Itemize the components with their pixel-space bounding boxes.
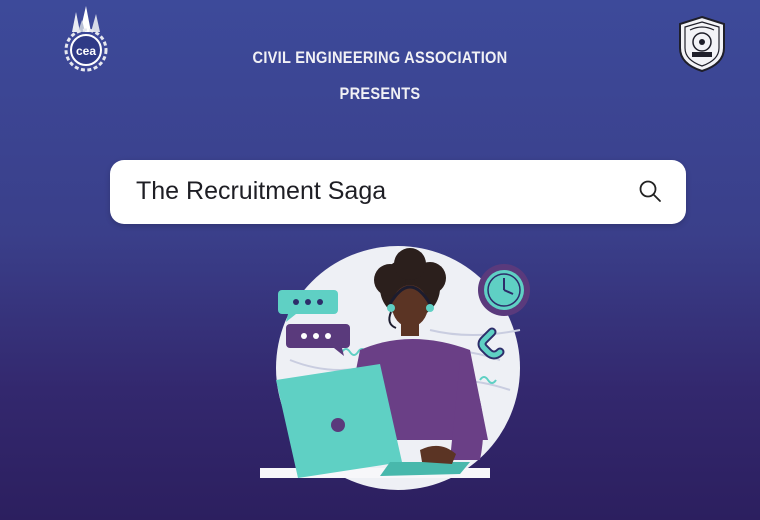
presents-text: PRESENTS xyxy=(339,84,421,103)
search-input[interactable]: The Recruitment Saga xyxy=(136,177,386,206)
cea-logo-text: cea xyxy=(76,44,96,58)
woman-headset-laptop-illustration xyxy=(230,240,560,500)
institute-seal-icon xyxy=(679,15,725,73)
cea-logo-icon: cea xyxy=(64,6,108,72)
poster: cea CIVIL ENGINEERING ASSOCIATION PRESEN… xyxy=(0,0,760,520)
association-title: CIVIL ENGINEERING ASSOCIATION xyxy=(252,48,508,67)
institute-seal-logo xyxy=(672,14,732,74)
search-bar[interactable]: The Recruitment Saga xyxy=(110,160,686,224)
clock-icon xyxy=(478,264,530,316)
search-icon[interactable] xyxy=(636,178,664,206)
cea-logo: cea xyxy=(58,4,128,74)
